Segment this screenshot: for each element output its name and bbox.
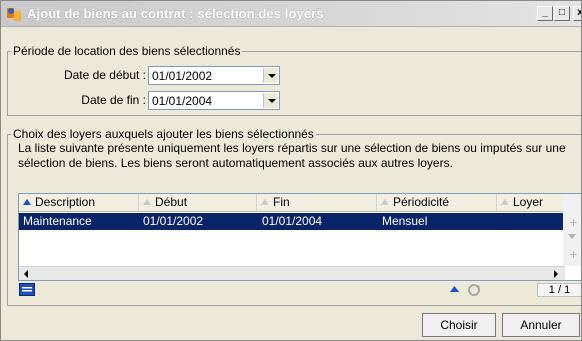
cell-debut: 01/01/2002 — [143, 214, 204, 228]
svg-text:+: + — [569, 216, 578, 229]
table-header: Description Début Fin Périodicité Loyer — [19, 194, 581, 212]
vertical-toolbar: + + — [563, 194, 582, 266]
column-header-loyer[interactable]: Loyer — [497, 194, 565, 212]
cell-description: Maintenance — [23, 214, 92, 228]
sort-icon — [381, 199, 389, 205]
end-date-combo[interactable]: 01/01/2004 — [148, 91, 280, 110]
close-button[interactable]: x — [573, 6, 581, 21]
window-title: Ajout de biens au contrat : sélection de… — [27, 6, 324, 21]
horizontal-scrollbar[interactable] — [19, 266, 565, 280]
period-group-title: Période de location des biens sélectionn… — [11, 44, 243, 58]
choose-button[interactable]: Choisir — [422, 313, 496, 337]
end-date-label: Date de fin : — [81, 93, 146, 107]
row-tools-icon[interactable]: + + — [563, 194, 582, 266]
chevron-down-icon[interactable] — [263, 68, 278, 83]
record-counter: 1 / 1 — [537, 283, 581, 297]
cell-fin: 01/01/2004 — [262, 214, 323, 228]
sort-icon — [261, 199, 269, 205]
cancel-button[interactable]: Annuler — [502, 313, 580, 337]
sort-asc-icon[interactable] — [450, 285, 459, 294]
refresh-icon[interactable] — [466, 283, 482, 297]
table-options-icon[interactable] — [19, 283, 35, 296]
table-statusbar: 1 / 1 — [18, 282, 581, 298]
scroll-right-icon[interactable] — [548, 267, 564, 280]
start-date-value: 01/01/2002 — [152, 69, 213, 83]
column-header-debut[interactable]: Début — [139, 194, 257, 212]
sort-icon — [143, 199, 151, 205]
cancel-button-label: Annuler — [520, 318, 562, 332]
rents-table[interactable]: Description Début Fin Périodicité Loyer … — [18, 193, 582, 281]
start-date-label: Date de début : — [63, 68, 146, 82]
scroll-left-icon[interactable] — [19, 267, 35, 280]
svg-text:+: + — [569, 248, 578, 261]
rents-description: La liste suivante présente uniquement le… — [18, 141, 566, 170]
title-bar[interactable]: Ajout de biens au contrat : sélection de… — [1, 1, 581, 27]
column-header-description[interactable]: Description — [19, 194, 139, 212]
end-date-value: 01/01/2004 — [152, 94, 213, 108]
cell-periodicite: Mensuel — [382, 214, 428, 228]
app-icon — [7, 8, 21, 21]
minimize-button[interactable]: _ — [537, 6, 553, 21]
column-header-fin[interactable]: Fin — [257, 194, 377, 212]
maximize-button[interactable]: □ — [554, 6, 570, 21]
choose-button-label: Choisir — [440, 318, 478, 332]
sort-icon — [501, 199, 509, 205]
sort-asc-icon — [23, 199, 31, 205]
column-header-periodicite[interactable]: Périodicité — [377, 194, 497, 212]
start-date-combo[interactable]: 01/01/2002 — [148, 66, 280, 85]
rents-group-title: Choix des loyers auxquels ajouter les bi… — [11, 127, 316, 141]
table-row[interactable]: Maintenance 01/01/2002 01/01/2004 Mensue… — [19, 213, 565, 230]
chevron-down-icon[interactable] — [263, 93, 278, 108]
dialog-window: Ajout de biens au contrat : sélection de… — [0, 0, 582, 341]
